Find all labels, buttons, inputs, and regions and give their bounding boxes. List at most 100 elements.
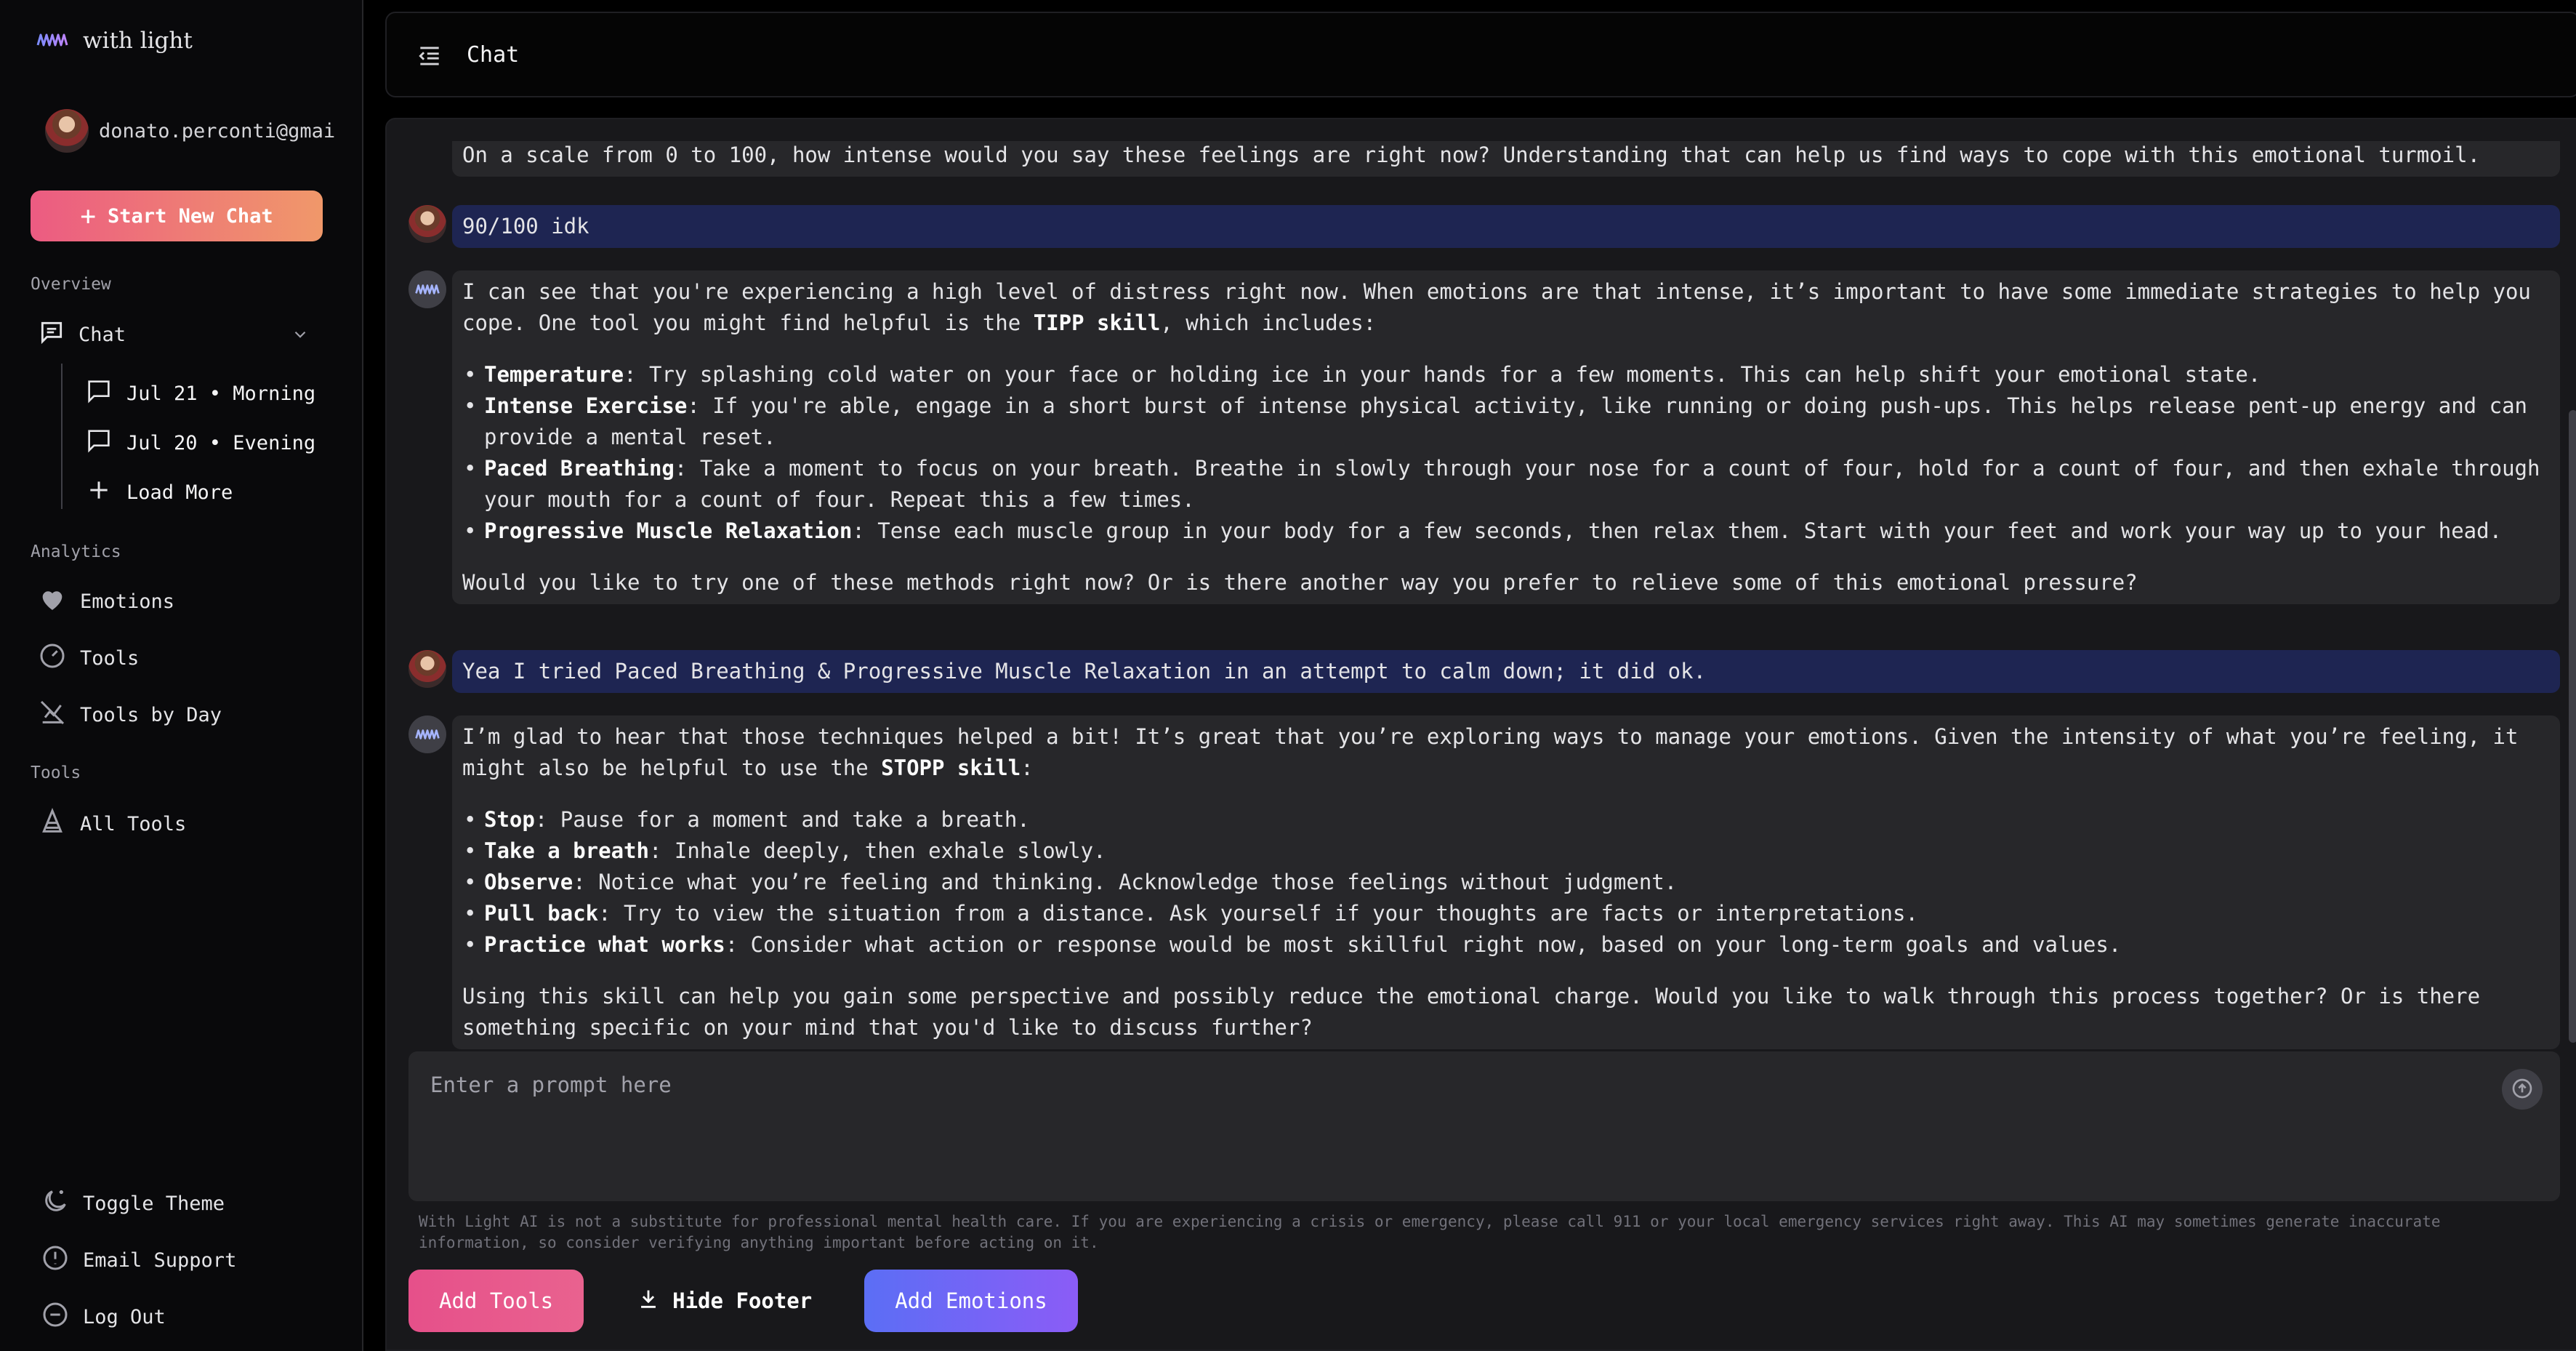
email-support-label: Email Support (83, 1249, 237, 1272)
user-bubble: Yea I tried Paced Breathing & Progressiv… (452, 650, 2560, 693)
chat-history-item[interactable]: Jul 20 • Evening (84, 426, 315, 460)
scrollbar[interactable] (2567, 141, 2576, 1050)
prompt-input[interactable] (430, 1070, 2466, 1099)
list-item: Take a breath: Inhale deeply, then exhal… (462, 835, 2550, 867)
sidebar-item-label: Emotions (80, 590, 175, 613)
list-term: Pull back (484, 901, 599, 926)
list-text: : If you're able, engage in a short burs… (484, 393, 2527, 449)
message-outro: Would you like to try one of these metho… (462, 570, 2138, 595)
assistant-avatar (408, 270, 446, 308)
message-intro: I can see that you're experiencing a hig… (462, 276, 2550, 339)
user-bubble: 90/100 idk (452, 205, 2560, 248)
add-tools-button[interactable]: Add Tools (408, 1270, 584, 1332)
message-text: On a scale from 0 to 100, how intense wo… (462, 143, 2481, 167)
send-button[interactable] (2502, 1069, 2543, 1110)
message-outro: Using this skill can help you gain some … (462, 984, 2481, 1040)
sidebar-item-label: All Tools (80, 813, 187, 835)
log-out-label: Log Out (83, 1306, 166, 1328)
list-term: Progressive Muscle Relaxation (484, 518, 853, 543)
add-emotions-label: Add Emotions (895, 1288, 1047, 1313)
prompt-box (408, 1051, 2560, 1201)
plus-icon: + (80, 201, 97, 231)
list-text: : Inhale deeply, then exhale slowly. (648, 838, 1106, 863)
list-text: : Try to view the situation from a dista… (598, 901, 1918, 926)
chat-bubble-icon (38, 318, 65, 351)
start-new-chat-label: Start New Chat (108, 204, 273, 228)
intro-text: I’m glad to hear that those techniques h… (462, 724, 2519, 780)
user-email: donato.perconti@gmai (99, 119, 336, 143)
hide-footer-label: Hide Footer (672, 1288, 813, 1313)
list-text: : Take a moment to focus on your breath.… (484, 456, 2540, 512)
chevron-down-icon[interactable] (291, 324, 310, 349)
assistant-bubble: I can see that you're experiencing a hig… (452, 270, 2560, 604)
message-list[interactable]: On a scale from 0 to 100, how intense wo… (408, 141, 2560, 1057)
list-item: Intense Exercise: If you're able, engage… (462, 390, 2550, 453)
sidebar-item-emotions[interactable]: Emotions (38, 585, 174, 619)
sidebar-item-label: Tools by Day (80, 704, 222, 726)
add-tools-label: Add Tools (439, 1288, 554, 1313)
skill-name: STOPP skill (881, 755, 1021, 780)
list-item: Progressive Muscle Relaxation: Tense eac… (462, 516, 2550, 547)
plus-icon (84, 476, 113, 510)
brand-name: with light (83, 28, 193, 54)
message-text: Yea I tried Paced Breathing & Progressiv… (462, 659, 1707, 683)
disclaimer-text: With Light AI is not a substitute for pr… (419, 1213, 2441, 1251)
load-more-label: Load More (126, 481, 233, 504)
chat-history-label: Jul 21 • Morning (126, 382, 316, 405)
section-label-overview: Overview (31, 275, 111, 294)
section-label-tools: Tools (31, 763, 81, 782)
message-square-icon (84, 426, 113, 460)
page-title: Chat (467, 42, 520, 68)
list-term: Observe (484, 870, 573, 894)
logo-wave-icon (36, 28, 68, 53)
arrow-up-icon (2511, 1077, 2534, 1102)
brand[interactable]: with light (36, 28, 193, 54)
intro-text: , which includes: (1160, 310, 1377, 335)
sidebar-item-tools-by-day[interactable]: Tools by Day (38, 698, 222, 732)
sidebar: with light donato.perconti@gmai + Start … (0, 0, 363, 1351)
list-term: Temperature (484, 362, 624, 387)
list-text: : Tense each muscle group in your body f… (852, 518, 2503, 543)
chat-history-item[interactable]: Jul 21 • Morning (84, 377, 315, 411)
avatar (45, 109, 89, 153)
intro-text: I can see that you're experiencing a hig… (462, 279, 2531, 335)
cone-icon (38, 807, 67, 841)
list-text: : Try splashing cold water on your face … (624, 362, 2261, 387)
toggle-theme-button[interactable]: Toggle Theme (41, 1187, 225, 1221)
list-item: Stop: Pause for a moment and take a brea… (462, 804, 2550, 835)
list-text: : Notice what you’re feeling and thinkin… (573, 870, 1678, 894)
assistant-avatar (408, 715, 446, 753)
log-out-button[interactable]: Log Out (41, 1300, 166, 1334)
user-avatar (408, 650, 446, 688)
dial-icon (38, 641, 67, 676)
scrollbar-thumb[interactable] (2569, 410, 2576, 1043)
list-item: Temperature: Try splashing cold water on… (462, 359, 2550, 390)
chart-icon (38, 698, 67, 732)
top-bar: Chat (385, 12, 2576, 97)
toggle-theme-label: Toggle Theme (83, 1192, 225, 1215)
moon-icon (41, 1187, 70, 1221)
list-item: Pull back: Try to view the situation fro… (462, 898, 2550, 929)
skill-name: TIPP skill (1033, 310, 1161, 335)
sidebar-item-all-tools[interactable]: All Tools (38, 807, 186, 841)
footer-actions: Add Tools Hide Footer Add Emotions (408, 1270, 1078, 1332)
start-new-chat-button[interactable]: + Start New Chat (31, 191, 323, 241)
load-more-button[interactable]: Load More (84, 476, 233, 510)
tree-line (61, 364, 63, 509)
user-profile[interactable]: donato.perconti@gmai (45, 109, 375, 153)
assistant-bubble: I’m glad to hear that those techniques h… (452, 715, 2560, 1049)
logout-icon (41, 1300, 70, 1334)
sidebar-item-tools[interactable]: Tools (38, 641, 139, 676)
sidebar-item-label: Tools (80, 647, 140, 670)
list-text: : Consider what action or response would… (725, 932, 2122, 957)
email-support-button[interactable]: Email Support (41, 1243, 236, 1278)
add-emotions-button[interactable]: Add Emotions (864, 1270, 1078, 1332)
hide-footer-button[interactable]: Hide Footer (624, 1270, 824, 1332)
sidebar-toggle-icon[interactable] (416, 42, 443, 75)
sidebar-item-label: Chat (79, 324, 126, 346)
alert-circle-icon (41, 1243, 70, 1278)
sidebar-item-chat[interactable]: Chat (38, 318, 126, 351)
list-term: Take a breath (484, 838, 649, 863)
list-term: Stop (484, 807, 535, 832)
list-item: Paced Breathing: Take a moment to focus … (462, 453, 2550, 516)
